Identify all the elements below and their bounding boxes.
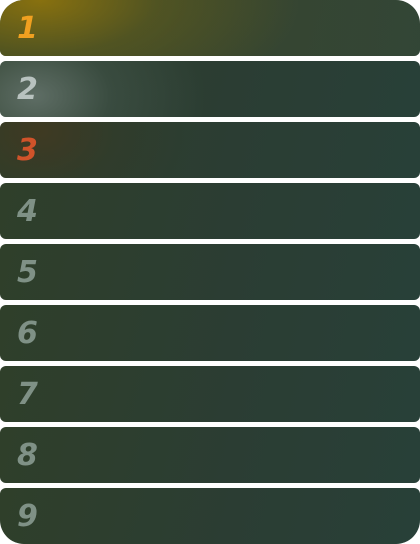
leaderboard-row-9[interactable]: 9 <box>0 488 420 544</box>
leaderboard-row-7[interactable]: 7 <box>0 366 420 422</box>
rank-glow <box>0 122 420 178</box>
rank-number: 1 <box>17 10 38 46</box>
rank-number: 4 <box>17 193 38 229</box>
leaderboard-row-2[interactable]: 2 <box>0 61 420 117</box>
leaderboard-row-5[interactable]: 5 <box>0 244 420 300</box>
leaderboard-row-6[interactable]: 6 <box>0 305 420 361</box>
rank-number: 7 <box>17 376 38 412</box>
rank-number: 2 <box>17 71 38 107</box>
leaderboard-row-8[interactable]: 8 <box>0 427 420 483</box>
leaderboard: 1 2 3 4 5 6 7 8 9 <box>0 0 420 544</box>
rank-glow <box>0 61 420 117</box>
rank-number: 6 <box>17 315 38 351</box>
rank-glow <box>0 0 420 56</box>
leaderboard-row-3[interactable]: 3 <box>0 122 420 178</box>
rank-number: 8 <box>17 437 38 473</box>
leaderboard-row-1[interactable]: 1 <box>0 0 420 56</box>
rank-number: 3 <box>17 132 38 168</box>
rank-number: 9 <box>17 498 38 534</box>
rank-number: 5 <box>17 254 38 290</box>
leaderboard-row-4[interactable]: 4 <box>0 183 420 239</box>
